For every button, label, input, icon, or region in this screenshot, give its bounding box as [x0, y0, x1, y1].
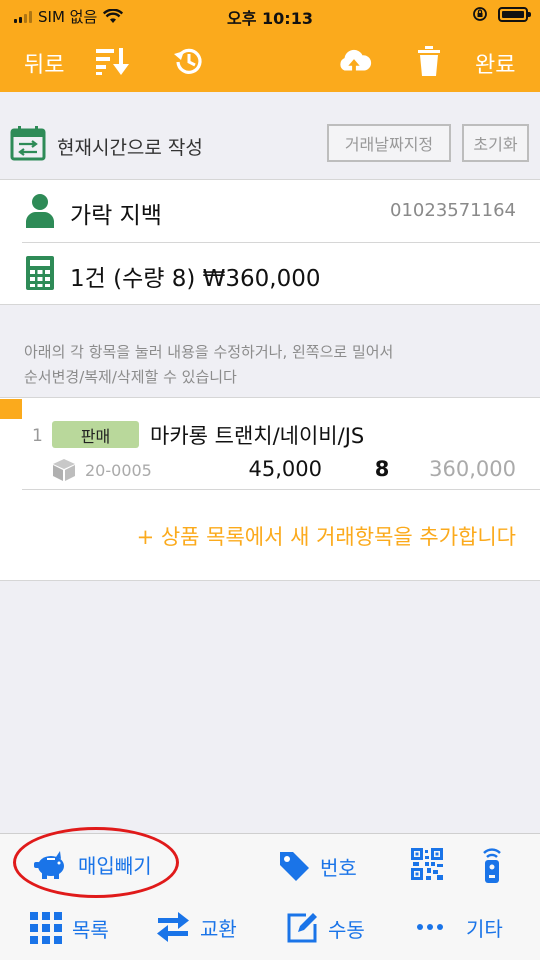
manual-label: 수동 [328, 917, 365, 942]
nav-bar: 뒤로 완료 [0, 30, 540, 92]
remote-scanner-button[interactable] [481, 846, 503, 884]
order-summary: 1건 (수량 8) ₩360,000 [70, 266, 321, 292]
help-line-2: 순서변경/복제/삭제할 수 있습니다 [24, 368, 237, 386]
list-label: 목록 [72, 917, 109, 942]
customer-phone: 01023571164 [390, 200, 516, 221]
grid-icon [30, 912, 62, 944]
person-icon [26, 194, 54, 228]
number-label: 번호 [320, 855, 357, 880]
calculator-icon [26, 256, 54, 290]
manual-button[interactable]: 수동 [286, 912, 365, 944]
battery-icon [498, 6, 531, 22]
sale-badge: 판매 [52, 421, 139, 448]
sort-icon[interactable] [94, 43, 130, 79]
edit-icon [287, 913, 317, 943]
done-button[interactable]: 완료 [475, 47, 515, 79]
rotation-lock-icon [473, 7, 487, 21]
item-number: 1 [32, 426, 43, 446]
etc-button[interactable]: 기타 [416, 912, 503, 942]
item-price: 45,000 [248, 457, 322, 481]
exchange-arrows-icon [157, 912, 189, 942]
remote-scanner-icon [483, 848, 501, 883]
piggy-bank-icon [34, 850, 64, 879]
qr-code-button[interactable] [411, 848, 443, 880]
etc-label: 기타 [466, 916, 503, 941]
bottom-toolbar: 매입빼기 번호 목록 교환 수동 기타 [0, 833, 540, 960]
exchange-button[interactable]: 교환 [156, 912, 237, 942]
cloud-upload-icon[interactable] [336, 43, 372, 79]
purchase-deduct-label: 매입빼기 [78, 854, 152, 878]
history-icon[interactable] [171, 43, 207, 79]
qr-code-icon [411, 848, 443, 880]
row-marker [0, 399, 22, 419]
back-button[interactable]: 뒤로 [24, 47, 64, 79]
calendar-exchange-icon[interactable] [10, 125, 46, 161]
date-row: 현재시간으로 작성 거래날짜지정 초기화 [0, 92, 540, 180]
number-button[interactable]: 번호 [278, 850, 357, 882]
date-mode-label[interactable]: 현재시간으로 작성 [57, 133, 203, 160]
help-text: 아래의 각 항목을 눌러 내용을 수정하거나, 왼쪽으로 밀어서 순서변경/복제… [24, 340, 524, 390]
status-right [472, 6, 531, 22]
trash-icon[interactable] [411, 43, 447, 79]
purchase-deduct-button[interactable]: 매입빼기 [34, 850, 152, 879]
set-date-button[interactable]: 거래날짜지정 [327, 124, 451, 162]
add-item-link[interactable]: + 상품 목록에서 새 거래항목을 추가합니다 [137, 521, 516, 551]
item-total: 360,000 [429, 457, 516, 481]
help-line-1: 아래의 각 항목을 눌러 내용을 수정하거나, 왼쪽으로 밀어서 [24, 343, 394, 361]
status-bar: SIM 없음 오후 10:13 [0, 0, 540, 30]
list-button[interactable]: 목록 [30, 912, 109, 944]
reset-button[interactable]: 초기화 [462, 124, 529, 162]
status-time: 오후 10:13 [227, 9, 313, 28]
item-code: 20-0005 [85, 461, 152, 480]
box-icon [53, 459, 75, 481]
exchange-label: 교환 [200, 916, 237, 941]
item-name: 마카롱 트랜치/네이비/JS [150, 424, 365, 448]
more-icon [417, 924, 443, 930]
tag-icon [280, 852, 309, 881]
item-quantity: 8 [374, 457, 390, 481]
customer-name[interactable]: 가락 지백 [70, 196, 162, 230]
